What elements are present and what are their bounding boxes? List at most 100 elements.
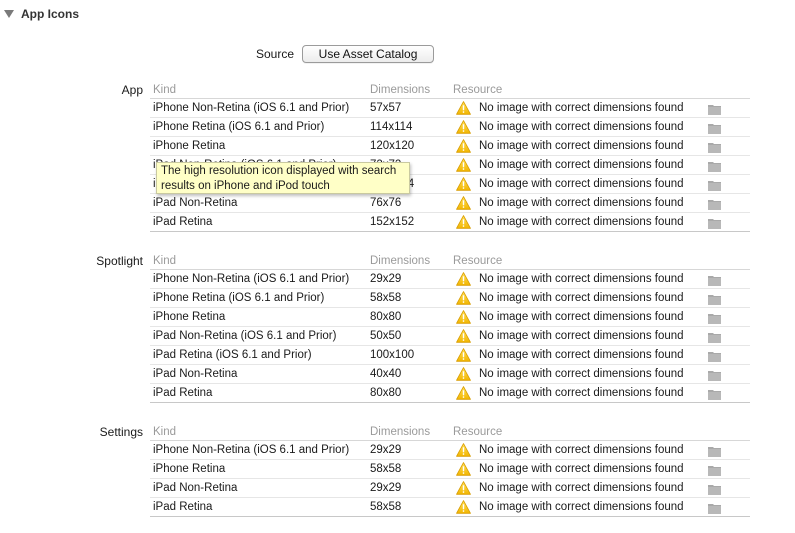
dimensions-cell: 50x50 bbox=[370, 330, 402, 342]
dimensions-cell: 29x29 bbox=[370, 482, 402, 494]
folder-icon[interactable] bbox=[708, 464, 721, 476]
table-row[interactable]: iPhone Retina (iOS 6.1 and Prior) 114x114… bbox=[150, 117, 750, 136]
folder-icon[interactable] bbox=[708, 445, 721, 457]
source-label: Source bbox=[256, 47, 295, 61]
resource-cell: No image with correct dimensions found bbox=[479, 140, 684, 152]
table-row[interactable]: iPhone Non-Retina (iOS 6.1 and Prior) 29x… bbox=[150, 269, 750, 288]
folder-icon[interactable] bbox=[708, 141, 721, 153]
column-header-dimensions[interactable]: Dimensions bbox=[370, 82, 430, 98]
warning-icon bbox=[456, 196, 471, 210]
folder-icon[interactable] bbox=[708, 217, 721, 229]
table-header: Kind Dimensions Resource bbox=[150, 253, 750, 269]
table-header: Kind Dimensions Resource bbox=[150, 424, 750, 440]
kind-cell: iPhone Non-Retina (iOS 6.1 and Prior) bbox=[153, 273, 350, 285]
kind-cell: iPad Retina bbox=[153, 216, 213, 228]
folder-icon[interactable] bbox=[708, 103, 721, 115]
folder-icon[interactable] bbox=[708, 388, 721, 400]
kind-cell: iPad Retina (iOS 6.1 and Prior) bbox=[153, 349, 312, 361]
dimensions-cell: 120x120 bbox=[370, 140, 415, 152]
folder-icon[interactable] bbox=[708, 502, 721, 514]
kind-cell: iPad Non-Retina bbox=[153, 197, 238, 209]
column-header-dimensions[interactable]: Dimensions bbox=[370, 253, 430, 269]
tooltip: The high resolution icon displayed with … bbox=[156, 162, 410, 194]
warning-icon bbox=[456, 500, 471, 514]
table-rows: iPhone Non-Retina (iOS 6.1 and Prior) 29x… bbox=[150, 440, 750, 517]
column-header-resource[interactable]: Resource bbox=[453, 82, 502, 98]
table-row[interactable]: iPad Non-Retina 29x29 No image with correc… bbox=[150, 478, 750, 497]
folder-icon[interactable] bbox=[708, 160, 721, 172]
folder-icon[interactable] bbox=[708, 122, 721, 134]
warning-icon bbox=[456, 139, 471, 153]
warning-icon bbox=[456, 348, 471, 362]
table-row[interactable]: iPad Retina 152x152 No image with correct … bbox=[150, 212, 750, 232]
disclosure-triangle-down-icon[interactable] bbox=[4, 10, 14, 18]
warning-icon bbox=[456, 272, 471, 286]
column-header-resource[interactable]: Resource bbox=[453, 424, 502, 440]
table-row[interactable]: iPhone Retina 58x58 No image with correct … bbox=[150, 459, 750, 478]
kind-cell: iPhone Retina bbox=[153, 311, 226, 323]
icon-table: Kind Dimensions Resource iPhone Non-Retina … bbox=[150, 253, 750, 403]
resource-cell: No image with correct dimensions found bbox=[479, 482, 684, 494]
warning-icon bbox=[456, 158, 471, 172]
table-rows: iPhone Non-Retina (iOS 6.1 and Prior) 29x… bbox=[150, 269, 750, 403]
table-row[interactable]: iPhone Retina (iOS 6.1 and Prior) 58x58 No… bbox=[150, 288, 750, 307]
column-header-kind[interactable]: Kind bbox=[153, 82, 176, 98]
warning-icon bbox=[456, 177, 471, 191]
table-row[interactable]: iPhone Non-Retina (iOS 6.1 and Prior) 29x… bbox=[150, 440, 750, 459]
icon-table: Kind Dimensions Resource iPhone Non-Retina … bbox=[150, 82, 750, 232]
kind-cell: iPad Non-Retina bbox=[153, 482, 238, 494]
column-header-kind[interactable]: Kind bbox=[153, 424, 176, 440]
table-row[interactable]: iPad Retina (iOS 6.1 and Prior) 100x100 No… bbox=[150, 345, 750, 364]
dimensions-cell: 40x40 bbox=[370, 368, 402, 380]
column-header-dimensions[interactable]: Dimensions bbox=[370, 424, 430, 440]
warning-icon bbox=[456, 101, 471, 115]
folder-icon[interactable] bbox=[708, 483, 721, 495]
folder-icon[interactable] bbox=[708, 369, 721, 381]
warning-icon bbox=[456, 367, 471, 381]
dimensions-cell: 29x29 bbox=[370, 273, 402, 285]
kind-cell: iPad Retina bbox=[153, 501, 213, 513]
kind-cell: iPhone Retina (iOS 6.1 and Prior) bbox=[153, 292, 325, 304]
warning-icon bbox=[456, 291, 471, 305]
warning-icon bbox=[456, 443, 471, 457]
folder-icon[interactable] bbox=[708, 179, 721, 191]
resource-cell: No image with correct dimensions found bbox=[479, 330, 684, 342]
folder-icon[interactable] bbox=[708, 274, 721, 286]
table-row[interactable]: iPad Retina 58x58 No image with correct di… bbox=[150, 497, 750, 517]
resource-cell: No image with correct dimensions found bbox=[479, 444, 684, 456]
table-row[interactable]: iPad Non-Retina 40x40 No image with correc… bbox=[150, 364, 750, 383]
folder-icon[interactable] bbox=[708, 198, 721, 210]
warning-icon bbox=[456, 481, 471, 495]
dimensions-cell: 80x80 bbox=[370, 311, 402, 323]
table-row[interactable]: iPhone Non-Retina (iOS 6.1 and Prior) 57x… bbox=[150, 98, 750, 117]
kind-cell: iPhone Retina bbox=[153, 463, 226, 475]
dimensions-cell: 29x29 bbox=[370, 444, 402, 456]
dimensions-cell: 58x58 bbox=[370, 501, 402, 513]
kind-cell: iPad Non-Retina (iOS 6.1 and Prior) bbox=[153, 330, 337, 342]
dimensions-cell: 76x76 bbox=[370, 197, 402, 209]
resource-cell: No image with correct dimensions found bbox=[479, 501, 684, 513]
table-row[interactable]: iPhone Retina 120x120 No image with correc… bbox=[150, 136, 750, 155]
folder-icon[interactable] bbox=[708, 312, 721, 324]
column-header-kind[interactable]: Kind bbox=[153, 253, 176, 269]
table-row[interactable]: iPhone Retina 80x80 No image with correct … bbox=[150, 307, 750, 326]
table-row[interactable]: iPad Retina 80x80 No image with correct di… bbox=[150, 383, 750, 403]
kind-cell: iPhone Retina bbox=[153, 140, 226, 152]
warning-icon bbox=[456, 386, 471, 400]
resource-cell: No image with correct dimensions found bbox=[479, 387, 684, 399]
section-label: App bbox=[121, 83, 143, 97]
warning-icon bbox=[456, 329, 471, 343]
resource-cell: No image with correct dimensions found bbox=[479, 102, 684, 114]
folder-icon[interactable] bbox=[708, 293, 721, 305]
folder-icon[interactable] bbox=[708, 350, 721, 362]
section-title: App Icons bbox=[21, 7, 80, 21]
app-icons-disclosure[interactable]: App Icons bbox=[4, 6, 79, 22]
warning-icon bbox=[456, 310, 471, 324]
resource-cell: No image with correct dimensions found bbox=[479, 159, 684, 171]
column-header-resource[interactable]: Resource bbox=[453, 253, 502, 269]
folder-icon[interactable] bbox=[708, 331, 721, 343]
table-row[interactable]: iPad Non-Retina 76x76 No image with correc… bbox=[150, 193, 750, 212]
resource-cell: No image with correct dimensions found bbox=[479, 178, 684, 190]
table-row[interactable]: iPad Non-Retina (iOS 6.1 and Prior) 50x50… bbox=[150, 326, 750, 345]
use-asset-catalog-button[interactable]: Use Asset Catalog bbox=[302, 45, 435, 63]
